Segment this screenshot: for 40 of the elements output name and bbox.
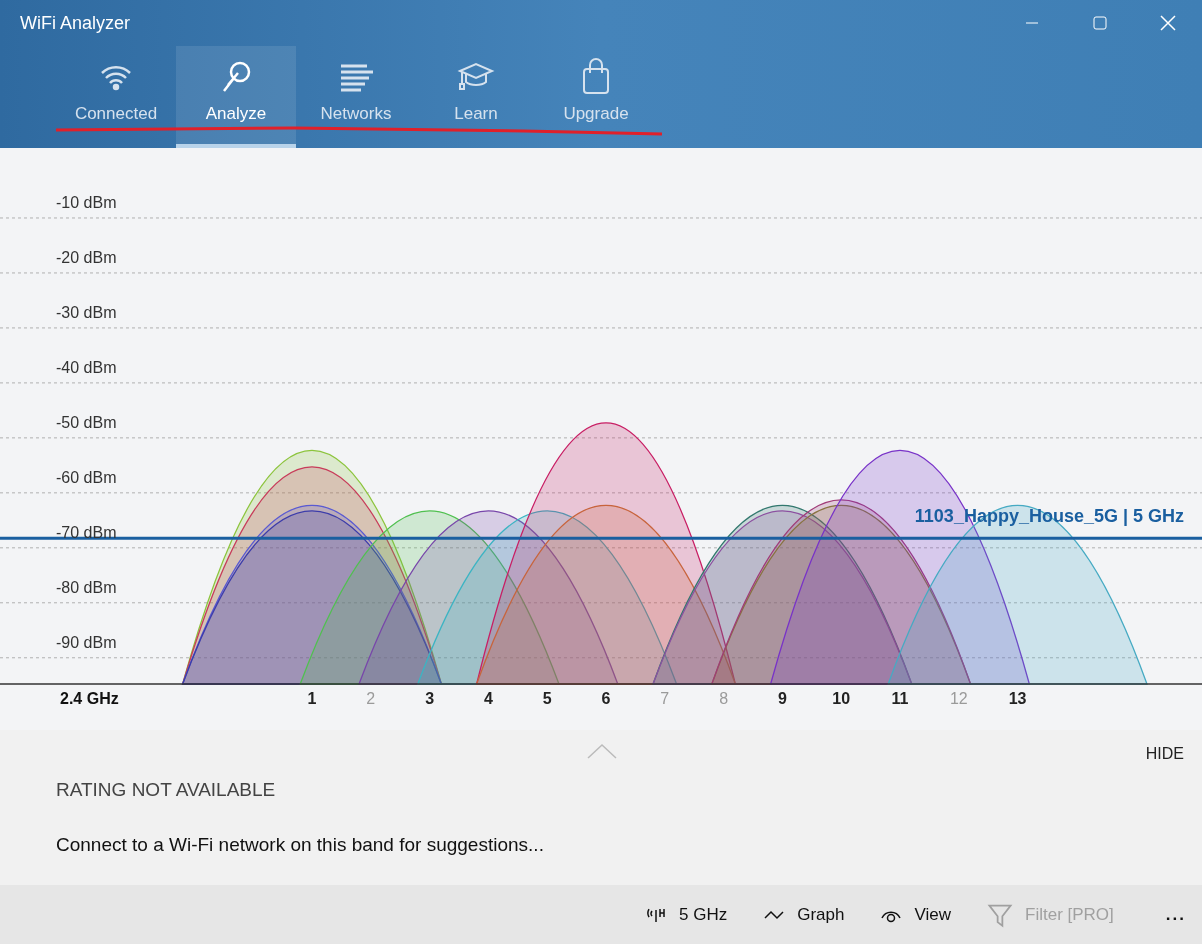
y-axis-label: -30 dBm bbox=[56, 303, 117, 321]
hide-button[interactable]: HIDE bbox=[1145, 742, 1184, 766]
toolbar-button[interactable]: View bbox=[880, 901, 952, 928]
nav-tab[interactable]: Analyze bbox=[176, 46, 296, 148]
suggestion-text: Connect to a Wi-Fi network on this band for suggestions... bbox=[56, 832, 545, 857]
channel-label: 7 bbox=[660, 690, 670, 707]
channel-label: 3 bbox=[425, 690, 435, 707]
y-axis-label: -60 dBm bbox=[56, 468, 117, 486]
channel-label: 11 bbox=[891, 690, 909, 707]
window-title: WiFi Analyzer bbox=[20, 11, 131, 35]
nav-tab[interactable]: Learn bbox=[416, 46, 536, 148]
channel-label: 8 bbox=[719, 690, 729, 707]
rating-title: RATING NOT AVAILABLE bbox=[56, 778, 277, 802]
nav-tab[interactable]: Networks bbox=[296, 46, 416, 148]
channel-label: 2 bbox=[366, 690, 376, 707]
close-icon bbox=[1160, 15, 1176, 31]
y-axis-label: -40 dBm bbox=[56, 358, 117, 376]
channel-label: 6 bbox=[601, 690, 611, 707]
y-axis-label: -50 dBm bbox=[56, 413, 117, 431]
channel-label: 12 bbox=[949, 690, 968, 707]
channel-label: 9 bbox=[777, 690, 787, 707]
minimize-icon bbox=[1025, 22, 1039, 24]
band-label: 2.4 GHz bbox=[60, 690, 119, 707]
toolbar-button[interactable]: Graph bbox=[763, 901, 845, 928]
y-axis-label: -10 dBm bbox=[56, 193, 117, 211]
channel-label: 10 bbox=[832, 690, 851, 707]
y-axis-label: -80 dBm bbox=[56, 578, 117, 596]
maximize-icon bbox=[1093, 16, 1107, 30]
y-axis-label: -20 dBm bbox=[56, 248, 117, 266]
toolbar-button[interactable]: 5 GHz bbox=[645, 901, 728, 928]
more-button[interactable]: ... bbox=[1149, 901, 1186, 928]
chevron-up-icon[interactable] bbox=[586, 742, 618, 760]
channel-label: 5 bbox=[542, 690, 552, 707]
y-axis-label: -90 dBm bbox=[56, 633, 117, 651]
nav-tab[interactable]: Upgrade bbox=[536, 46, 656, 148]
channel-label: 1 bbox=[307, 690, 317, 707]
channel-label: 13 bbox=[1008, 690, 1027, 707]
y-axis-label: -70 dBm bbox=[56, 523, 117, 541]
channel-label: 4 bbox=[483, 690, 493, 707]
nav-tab[interactable]: Connected bbox=[56, 46, 176, 148]
